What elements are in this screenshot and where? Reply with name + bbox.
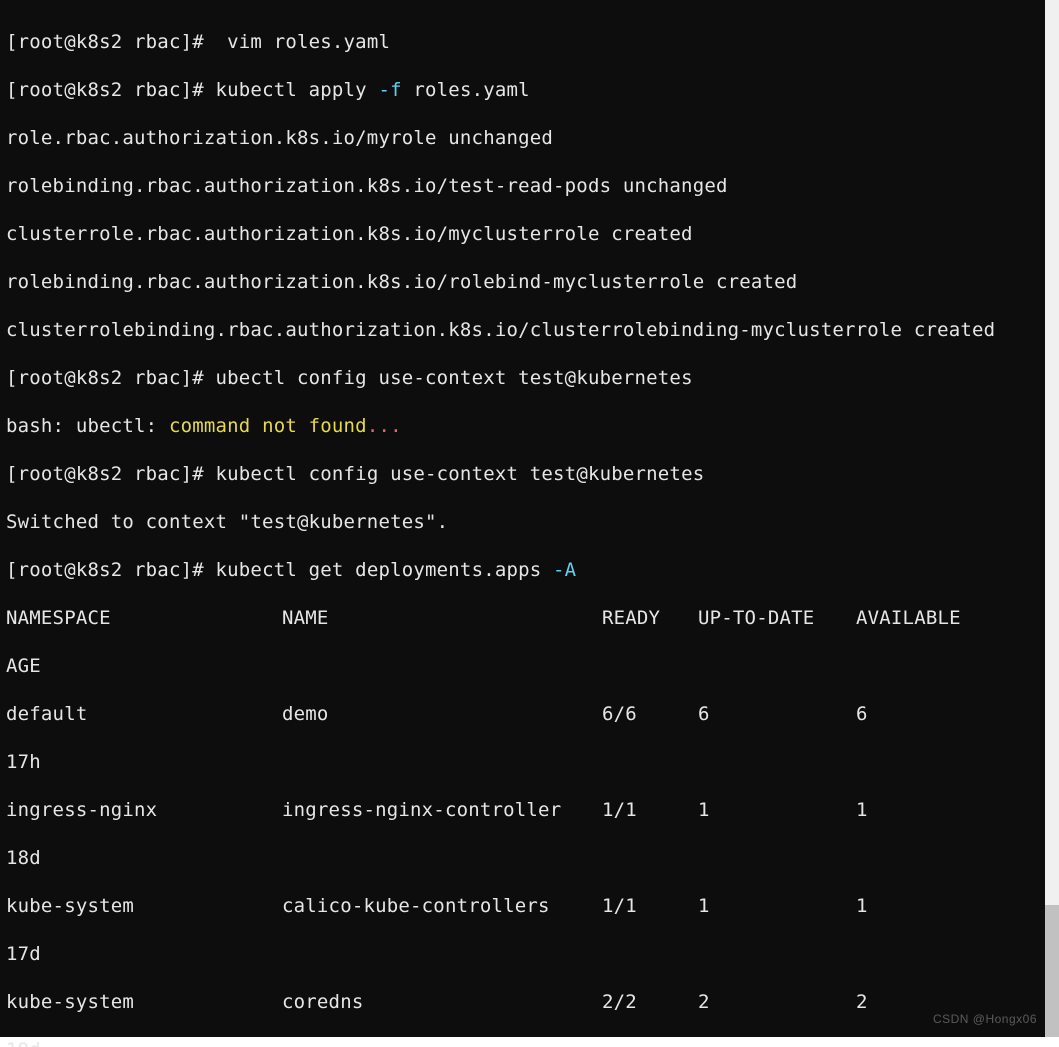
cmd-line-usectx: [root@k8s2 rbac]# kubectl config use-con… <box>6 462 1039 486</box>
shell-prompt: [root@k8s2 rbac]# <box>6 31 216 53</box>
cmd-line-apply: [root@k8s2 rbac]# kubectl apply -f roles… <box>6 78 1039 102</box>
cmd-line-ubectl: [root@k8s2 rbac]# ubectl config use-cont… <box>6 366 1039 390</box>
cmd-vim: vim roles.yaml <box>216 31 391 53</box>
cmd-get-flag: -A <box>553 559 576 581</box>
cmd-apply-post: roles.yaml <box>402 79 530 101</box>
cell-uptodate: 2 <box>698 990 856 1014</box>
cell-available: 2 <box>856 990 868 1014</box>
col-header-name: NAME <box>282 606 602 630</box>
cell-age: 18d <box>6 846 1039 870</box>
bash-error-pre: bash: ubectl: <box>6 415 169 437</box>
terminal-window[interactable]: [root@k8s2 rbac]# vim roles.yaml [root@k… <box>0 0 1045 1037</box>
output-line: rolebinding.rbac.authorization.k8s.io/te… <box>6 174 1039 198</box>
cell-namespace: default <box>6 702 282 726</box>
cmd-use-context: kubectl config use-context test@kubernet… <box>216 463 705 485</box>
cell-age: 19d <box>6 1038 1039 1047</box>
cmd-get-pre: kubectl get deployments.apps <box>216 559 554 581</box>
cell-name: demo <box>282 702 602 726</box>
output-line: rolebinding.rbac.authorization.k8s.io/ro… <box>6 270 1039 294</box>
cell-available: 1 <box>856 894 868 918</box>
cell-available: 6 <box>856 702 868 726</box>
cell-age: 17h <box>6 750 1039 774</box>
col-header-age: AGE <box>6 654 1039 678</box>
cell-name: ingress-nginx-controller <box>282 798 602 822</box>
scrollbar-track[interactable] <box>1045 0 1059 1037</box>
cell-name: coredns <box>282 990 602 1014</box>
cell-uptodate: 1 <box>698 798 856 822</box>
shell-prompt: [root@k8s2 rbac]# <box>6 367 216 389</box>
cell-ready: 1/1 <box>602 798 698 822</box>
bash-error-dots: ... <box>367 415 402 437</box>
cmd-ubectl: ubectl config use-context test@kubernete… <box>216 367 693 389</box>
col-header-namespace: NAMESPACE <box>6 606 282 630</box>
table-header-row: NAMESPACENAMEREADYUP-TO-DATEAVAILABLE <box>6 606 1039 630</box>
col-header-ready: READY <box>602 606 698 630</box>
cmd-line-vim: [root@k8s2 rbac]# vim roles.yaml <box>6 30 1039 54</box>
bash-error-line: bash: ubectl: command not found... <box>6 414 1039 438</box>
shell-prompt: [root@k8s2 rbac]# <box>6 79 216 101</box>
cell-ready: 6/6 <box>602 702 698 726</box>
output-line: clusterrolebinding.rbac.authorization.k8… <box>6 318 1039 342</box>
output-switched: Switched to context "test@kubernetes". <box>6 510 1039 534</box>
cell-age: 17d <box>6 942 1039 966</box>
table-row: kube-systemcoredns2/222 <box>6 990 1039 1014</box>
cmd-apply-flag: -f <box>378 79 401 101</box>
cell-uptodate: 6 <box>698 702 856 726</box>
cell-ready: 2/2 <box>602 990 698 1014</box>
cell-name: calico-kube-controllers <box>282 894 602 918</box>
cell-available: 1 <box>856 798 868 822</box>
cell-ready: 1/1 <box>602 894 698 918</box>
col-header-uptodate: UP-TO-DATE <box>698 606 856 630</box>
watermark-text: CSDN @Hongx06 <box>933 1007 1037 1031</box>
bash-error-cmdnf: command not found <box>169 415 367 437</box>
table-row: defaultdemo6/666 <box>6 702 1039 726</box>
cmd-line-get: [root@k8s2 rbac]# kubectl get deployment… <box>6 558 1039 582</box>
scrollbar-thumb[interactable] <box>1045 905 1059 1037</box>
shell-prompt: [root@k8s2 rbac]# <box>6 559 216 581</box>
cell-uptodate: 1 <box>698 894 856 918</box>
cell-namespace: ingress-nginx <box>6 798 282 822</box>
table-row: ingress-nginxingress-nginx-controller1/1… <box>6 798 1039 822</box>
cell-namespace: kube-system <box>6 894 282 918</box>
cell-namespace: kube-system <box>6 990 282 1014</box>
col-header-available: AVAILABLE <box>856 606 961 630</box>
shell-prompt: [root@k8s2 rbac]# <box>6 463 216 485</box>
output-line: role.rbac.authorization.k8s.io/myrole un… <box>6 126 1039 150</box>
cmd-apply-pre: kubectl apply <box>216 79 379 101</box>
output-line: clusterrole.rbac.authorization.k8s.io/my… <box>6 222 1039 246</box>
table-row: kube-systemcalico-kube-controllers1/111 <box>6 894 1039 918</box>
